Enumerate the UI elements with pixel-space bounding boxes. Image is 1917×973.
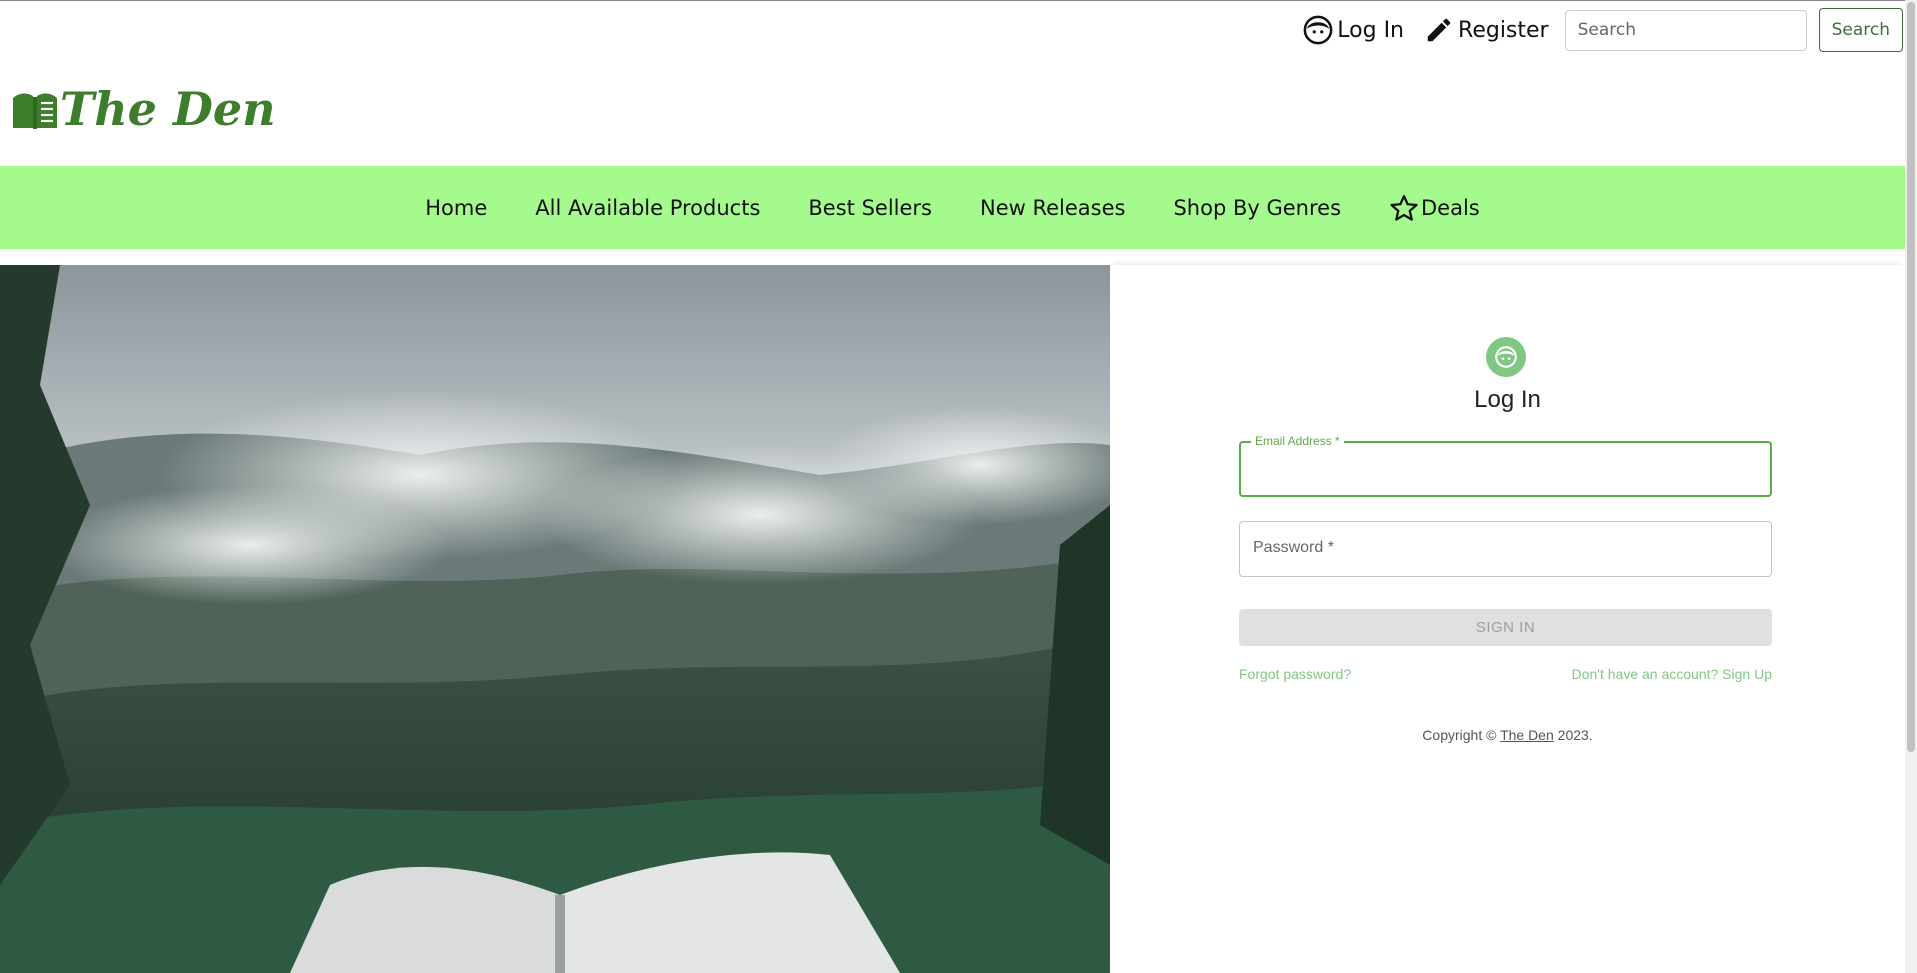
sign-up-link[interactable]: Don't have an account? Sign Up <box>1572 666 1772 682</box>
nav-item-best-sellers[interactable]: Best Sellers <box>808 196 932 220</box>
scrollbar-thumb[interactable] <box>1907 2 1915 752</box>
top-bar: Log In Register Search <box>1299 8 1903 52</box>
open-book-icon <box>13 93 57 129</box>
email-field[interactable]: Email Address * <box>1239 434 1774 497</box>
hero-image <box>0 265 1110 973</box>
scrollbar[interactable] <box>1905 0 1917 973</box>
top-border <box>0 0 1905 1</box>
face-icon <box>1303 15 1333 45</box>
register-label: Register <box>1458 17 1549 43</box>
misty-forest-book-illustration <box>0 265 1110 973</box>
nav-item-label: New Releases <box>979 195 1126 220</box>
copyright-suffix: 2023. <box>1553 727 1593 743</box>
password-input[interactable] <box>1240 522 1775 578</box>
copyright-link[interactable]: The Den <box>1500 727 1554 743</box>
star-icon <box>1390 194 1418 221</box>
copyright-prefix: Copyright © <box>1422 727 1501 743</box>
register-link[interactable]: Register <box>1420 13 1553 47</box>
nav-item-label: All Available Products <box>535 195 761 220</box>
nav-item-shop-by-genres[interactable]: Shop By Genres <box>1173 196 1341 220</box>
pencil-icon <box>1427 18 1451 42</box>
search-input[interactable] <box>1564 9 1807 51</box>
main-nav: Home All Available Products Best Sellers… <box>0 166 1905 249</box>
nav-item-label: Home <box>425 195 488 220</box>
nav-item-label: Deals <box>1421 195 1480 220</box>
password-field[interactable]: Password * <box>1239 521 1775 578</box>
search-button[interactable]: Search <box>1818 8 1903 52</box>
forgot-password-link[interactable]: Forgot password? <box>1239 666 1351 682</box>
nav-item-home[interactable]: Home <box>425 196 487 220</box>
nav-item-all-products[interactable]: All Available Products <box>535 196 760 220</box>
nav-item-label: Shop By Genres <box>1173 195 1342 220</box>
nav-item-deals[interactable]: Deals <box>1389 193 1480 223</box>
login-link[interactable]: Log In <box>1299 13 1408 47</box>
brand-name: The Den <box>60 82 276 136</box>
sign-in-button[interactable]: SIGN IN <box>1239 609 1772 646</box>
nav-item-label: Best Sellers <box>808 195 932 220</box>
nav-item-new-releases[interactable]: New Releases <box>980 196 1125 220</box>
login-label: Log In <box>1337 17 1405 43</box>
avatar <box>1486 337 1526 377</box>
brand-logo[interactable]: The Den <box>12 86 276 132</box>
face-icon <box>1495 346 1517 368</box>
login-title: Log In <box>1474 386 1541 413</box>
copyright: Copyright © The Den 2023. <box>1110 727 1905 743</box>
login-panel: Log In Email Address * Password * SIGN I… <box>1110 265 1905 973</box>
email-input[interactable] <box>1241 443 1774 497</box>
